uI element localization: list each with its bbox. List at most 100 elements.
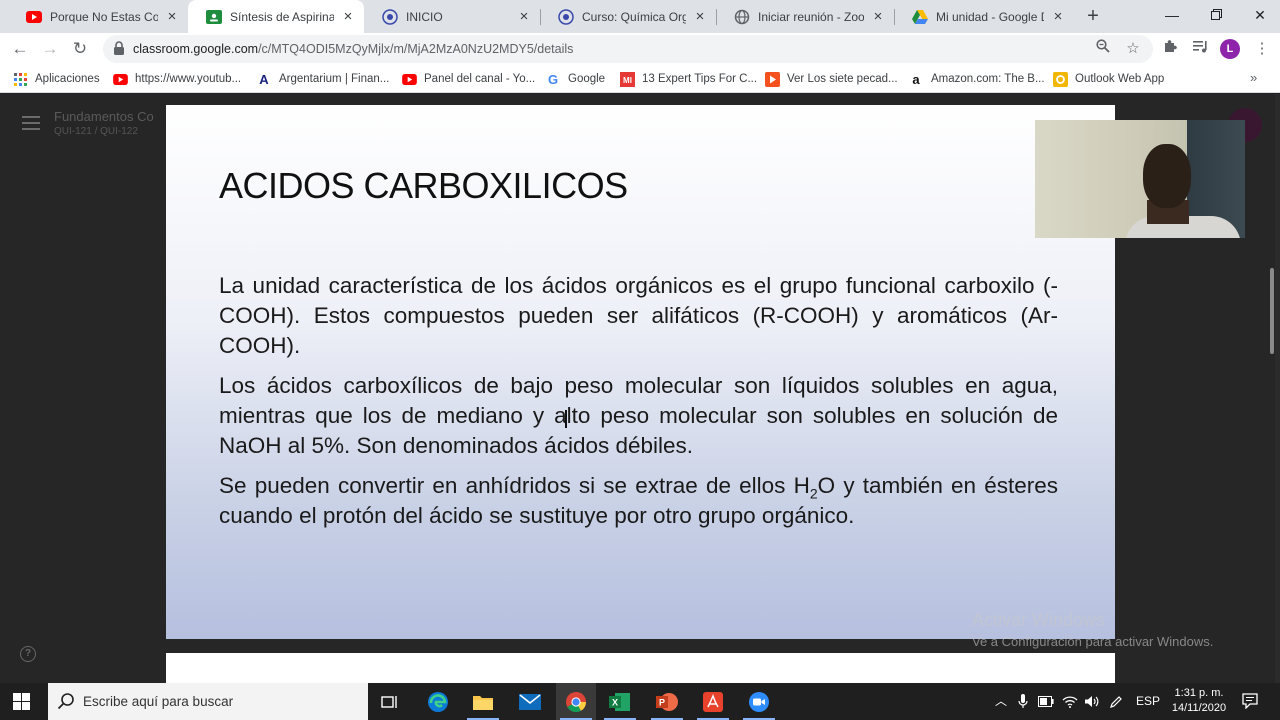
powerpoint-icon: P: [656, 692, 678, 711]
tab-title: Iniciar reunión - Zoom: [758, 9, 864, 24]
apps-grid-icon: [12, 71, 28, 87]
tab-youtube-porque-no-estas[interactable]: Porque No Estas Conmigo ×: [8, 0, 188, 33]
address-bar[interactable]: classroom.google.com/c/MTQ4ODI5MzQyMjlx/…: [103, 35, 1153, 63]
file-explorer-icon: [473, 695, 493, 710]
microphone-icon[interactable]: [1014, 683, 1032, 720]
bookmarks-bar: Aplicaciones https://www.youtub... A Arg…: [0, 65, 1280, 93]
mail-icon: [519, 693, 541, 710]
tab-title: Curso: Química Orgánica: [582, 9, 686, 24]
close-icon[interactable]: ×: [1050, 8, 1066, 25]
tab-curso-quimica-organica[interactable]: Curso: Química Orgánica ×: [540, 0, 716, 33]
slide-body: La unidad característica de los ácidos o…: [219, 271, 1058, 541]
volume-icon[interactable]: [1082, 683, 1102, 720]
google-icon: G: [547, 71, 559, 87]
slide-title: ACIDOS CARBOXILICOS: [219, 165, 628, 206]
svg-text:X: X: [612, 697, 618, 707]
tab-title: Mi unidad - Google Drive: [936, 9, 1044, 24]
play-icon: [764, 71, 780, 87]
acrobat-taskbar-button[interactable]: [693, 683, 733, 720]
bookmark-13-expert-tips[interactable]: MI 13 Expert Tips For C...: [619, 65, 757, 93]
close-icon[interactable]: ×: [164, 8, 180, 25]
text-cursor-icon: [565, 410, 567, 428]
slide-paragraph-1: La unidad característica de los ácidos o…: [219, 273, 1058, 358]
reload-button[interactable]: ↻: [68, 37, 92, 61]
tab-title: Síntesis de Aspirina: [230, 9, 334, 24]
bookmarks-overflow-button[interactable]: »: [1250, 70, 1257, 85]
task-view-button[interactable]: [370, 683, 410, 720]
browser-tab-strip: Porque No Estas Conmigo × Síntesis de As…: [0, 0, 1280, 33]
taskbar-clock[interactable]: 1:31 p. m. 14/11/2020: [1165, 686, 1233, 716]
chrome-taskbar-button[interactable]: [556, 683, 596, 720]
mail-taskbar-button[interactable]: [510, 683, 550, 720]
google-drive-icon: [912, 9, 928, 25]
course-title[interactable]: Fundamentos Co: [54, 109, 154, 124]
media-queue-icon[interactable]: [1190, 39, 1210, 59]
restore-icon: [1210, 9, 1222, 20]
bookmark-aplicaciones[interactable]: Aplicaciones: [12, 65, 100, 93]
tab-inicio[interactable]: INICIO ×: [364, 0, 540, 33]
page-scrollbar-thumb[interactable]: [1270, 268, 1274, 354]
pen-workspace-icon[interactable]: [1106, 683, 1126, 720]
slide-paragraph-2: Los ácidos carboxílicos de bajo peso mol…: [219, 373, 1058, 458]
show-hidden-icons-chevron-icon[interactable]: ︿: [992, 683, 1010, 720]
input-language-indicator[interactable]: ESP: [1132, 683, 1164, 720]
bookmark-label: https://www.youtub...: [135, 73, 242, 85]
bookmark-ver-los-siete-pecados[interactable]: Ver Los siete pecad...: [764, 65, 898, 93]
svg-text:P: P: [659, 697, 665, 707]
bookmark-label: Ver Los siete pecad...: [787, 73, 898, 85]
clock-time: 1:31 p. m.: [1174, 687, 1224, 699]
university-logo-icon: [382, 8, 398, 25]
bookmark-label: Amazon.com: The B...: [931, 73, 1045, 85]
page-scrollbar-track[interactable]: [1275, 94, 1280, 683]
new-tab-button[interactable]: +: [1082, 5, 1104, 27]
close-icon[interactable]: ×: [340, 8, 356, 25]
powerpoint-taskbar-button[interactable]: P: [647, 683, 687, 720]
edge-icon: [428, 691, 448, 712]
excel-taskbar-button[interactable]: X: [600, 683, 640, 720]
forward-button[interactable]: →: [38, 37, 62, 61]
close-icon[interactable]: ×: [870, 8, 886, 25]
tab-iniciar-reunion-zoom[interactable]: Iniciar reunión - Zoom ×: [716, 0, 894, 33]
hamburger-menu-icon[interactable]: [22, 116, 40, 130]
task-view-icon: [381, 695, 397, 708]
slide-paragraph-3: Se pueden convertir en anhídridos si se …: [219, 471, 1058, 531]
close-window-button[interactable]: ✕: [1238, 0, 1280, 30]
close-icon[interactable]: ×: [516, 8, 532, 25]
url-text: classroom.google.com/c/MTQ4ODI5MzQyMjlx/…: [133, 35, 573, 63]
svg-text:MI: MI: [623, 76, 632, 85]
bookmark-argentarium[interactable]: A Argentarium | Finan...: [256, 65, 389, 93]
bookmark-google[interactable]: G Google: [545, 65, 605, 93]
windows-start-icon[interactable]: [13, 693, 30, 710]
help-icon[interactable]: ?: [20, 646, 36, 662]
extensions-puzzle-icon[interactable]: [1160, 39, 1180, 59]
notification-center-icon[interactable]: [1242, 693, 1258, 710]
acrobat-icon: [703, 691, 723, 712]
bookmark-outlook-web-app[interactable]: Outlook Web App: [1052, 65, 1164, 93]
activate-windows-title: Activar Windows: [972, 610, 1106, 630]
edge-taskbar-button[interactable]: [418, 683, 458, 720]
tab-mi-unidad-google-drive[interactable]: Mi unidad - Google Drive ×: [894, 0, 1074, 33]
maximize-window-button[interactable]: [1194, 0, 1238, 30]
bookmark-youtube[interactable]: https://www.youtub...: [112, 65, 241, 93]
minimize-window-button[interactable]: —: [1150, 0, 1194, 30]
back-button[interactable]: ←: [8, 37, 32, 61]
browser-menu-icon[interactable]: ⋮: [1252, 39, 1272, 59]
bookmark-amazon[interactable]: a Amazon.com: The B...: [908, 65, 1045, 93]
file-explorer-taskbar-button[interactable]: [463, 683, 503, 720]
close-icon[interactable]: ×: [692, 8, 708, 25]
zoom-taskbar-button[interactable]: [739, 683, 779, 720]
wifi-icon[interactable]: [1060, 683, 1080, 720]
bookmark-star-icon[interactable]: ☆: [1123, 39, 1143, 59]
tab-sintesis-de-aspirina[interactable]: Síntesis de Aspirina ×: [188, 0, 364, 33]
taskbar-search-box[interactable]: Escribe aquí para buscar: [48, 683, 368, 720]
profile-avatar[interactable]: L: [1220, 39, 1240, 59]
zoom-icon: [749, 691, 769, 712]
globe-icon: [734, 9, 750, 25]
youtube-icon: [26, 9, 42, 25]
bookmark-panel-del-canal[interactable]: Panel del canal - Yo...: [401, 65, 535, 93]
zoom-magnifier-icon[interactable]: [1093, 39, 1113, 59]
excel-icon: X: [609, 692, 630, 711]
bookmark-label: Aplicaciones: [35, 73, 100, 85]
battery-icon[interactable]: [1036, 683, 1056, 720]
webcam-person-head: [1143, 144, 1191, 208]
